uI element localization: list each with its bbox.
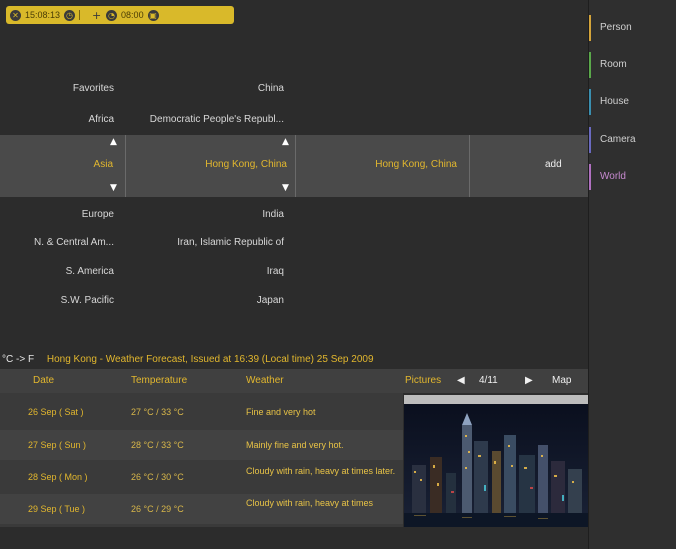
main-panel: ✕ 15:08:13 ◷ + ◔ 08:00 ▣ Favorites China… (0, 0, 588, 549)
sidebar-item-label: World (600, 171, 626, 182)
sidebar-item-label: Person (600, 22, 632, 33)
forecast-date: 29 Sep ( Tue ) (28, 504, 86, 514)
selection-band: ▲ Asia ▼ ▲ Hong Kong, China ▼ Hong Kong,… (0, 135, 588, 197)
list-row[interactable]: S. America Iraq (0, 259, 588, 285)
forecast-row: 27 Sep ( Sun ) 28 °C / 33 °C Mainly fine… (0, 430, 403, 460)
scroll-down-icon[interactable]: ▼ (110, 183, 117, 193)
map-button[interactable]: Map (552, 375, 571, 386)
scroll-down-icon[interactable]: ▼ (282, 183, 289, 193)
country-item[interactable]: Iran, Islamic Republic of (126, 230, 288, 256)
scroll-up-icon[interactable]: ▲ (110, 137, 117, 147)
city-selector[interactable]: Hong Kong, China (296, 135, 470, 197)
picture-index: 4/11 (479, 375, 498, 386)
add-button[interactable]: add (545, 159, 562, 170)
pictures-label: Pictures (405, 375, 442, 386)
forecast-description: Cloudy with rain, heavy at times later. (246, 466, 396, 476)
forecast-temperature: 27 °C / 33 °C (131, 407, 184, 417)
forecast-date: 28 Sep ( Mon ) (28, 472, 88, 482)
alarm-icon[interactable]: ◔ (106, 9, 118, 21)
region-item[interactable]: S.W. Pacific (0, 288, 120, 314)
selected-country: Hong Kong, China (205, 159, 287, 170)
previous-picture-icon[interactable]: ◀ (457, 375, 465, 386)
forecast-date: 26 Sep ( Sat ) (28, 407, 84, 417)
forecast-row: 26 Sep ( Sat ) 27 °C / 33 °C Fine and ve… (0, 397, 403, 427)
forecast-temperature: 28 °C / 33 °C (131, 440, 184, 450)
country-item[interactable]: India (126, 202, 288, 228)
forecast-row: 28 Sep ( Mon ) 26 °C / 30 °C Cloudy with… (0, 462, 403, 492)
sidebar-item-label: House (600, 96, 629, 107)
region-item[interactable]: S. America (0, 259, 120, 285)
forecast-date: 27 Sep ( Sun ) (28, 440, 87, 450)
weather-title: Hong Kong - Weather Forecast, Issued at … (46, 354, 374, 365)
region-item[interactable]: Favorites (0, 76, 120, 102)
country-selector[interactable]: ▲ Hong Kong, China ▼ (126, 135, 296, 197)
unit-toggle[interactable]: °C -> F (2, 354, 34, 365)
status-bar: ✕ 15:08:13 ◷ + ◔ 08:00 ▣ (6, 6, 234, 24)
date-header: Date (33, 375, 55, 386)
list-row[interactable]: N. & Central Am... Iran, Islamic Republi… (0, 230, 588, 256)
alarm-time: 08:00 (121, 10, 144, 20)
country-item[interactable]: Democratic People's Republ... (126, 107, 288, 133)
forecast-description: Mainly fine and very hot. (246, 440, 344, 450)
country-item[interactable]: Japan (126, 288, 288, 314)
region-item[interactable]: Europe (0, 202, 120, 228)
sidebar: Person Room House Camera World (588, 0, 676, 549)
next-picture-icon[interactable]: ▶ (525, 375, 533, 386)
sidebar-item-person[interactable]: Person (589, 12, 676, 44)
scroll-up-icon[interactable]: ▲ (282, 137, 289, 147)
sidebar-item-label: Room (600, 59, 627, 70)
forecast-description: Cloudy with rain, heavy at times (246, 498, 374, 508)
close-icon[interactable]: ✕ (10, 9, 21, 21)
plus-icon[interactable]: + (91, 10, 102, 21)
expand-icon[interactable]: ▣ (147, 9, 159, 21)
list-row[interactable]: Favorites China (0, 76, 588, 102)
weather-header-label: Weather (246, 375, 284, 386)
selected-region: Asia (93, 159, 113, 170)
list-row[interactable]: S.W. Pacific Japan (0, 288, 588, 314)
forecast-table: 26 Sep ( Sat ) 27 °C / 33 °C Fine and ve… (0, 393, 403, 527)
sidebar-item-world[interactable]: World (589, 161, 676, 193)
forecast-temperature: 26 °C / 29 °C (131, 504, 184, 514)
sidebar-item-camera[interactable]: Camera (589, 124, 676, 156)
region-selector[interactable]: ▲ Asia ▼ (0, 135, 126, 197)
city-photo[interactable] (404, 395, 588, 527)
region-item[interactable]: N. & Central Am... (0, 230, 120, 256)
sidebar-item-house[interactable]: House (589, 86, 676, 118)
weather-header: Date Temperature Weather Pictures ◀ 4/11… (0, 369, 588, 393)
selected-city: Hong Kong, China (375, 159, 457, 170)
weather-title-bar: °C -> F Hong Kong - Weather Forecast, Is… (2, 354, 374, 365)
forecast-row: 29 Sep ( Tue ) 26 °C / 29 °C Cloudy with… (0, 494, 403, 524)
list-row[interactable]: Africa Democratic People's Republ... (0, 107, 588, 133)
separator (79, 10, 87, 20)
sidebar-item-room[interactable]: Room (589, 49, 676, 81)
skyline-illustration (404, 404, 588, 527)
forecast-description: Fine and very hot (246, 407, 316, 417)
temperature-header: Temperature (131, 375, 188, 386)
country-item[interactable]: China (126, 76, 288, 102)
clock-icon[interactable]: ◷ (64, 9, 76, 21)
region-item[interactable]: Africa (0, 107, 120, 133)
country-item[interactable]: Iraq (126, 259, 288, 285)
forecast-temperature: 26 °C / 30 °C (131, 472, 184, 482)
current-time: 15:08:13 (25, 10, 61, 20)
list-row[interactable]: Europe India (0, 202, 588, 228)
sidebar-item-label: Camera (600, 134, 636, 145)
